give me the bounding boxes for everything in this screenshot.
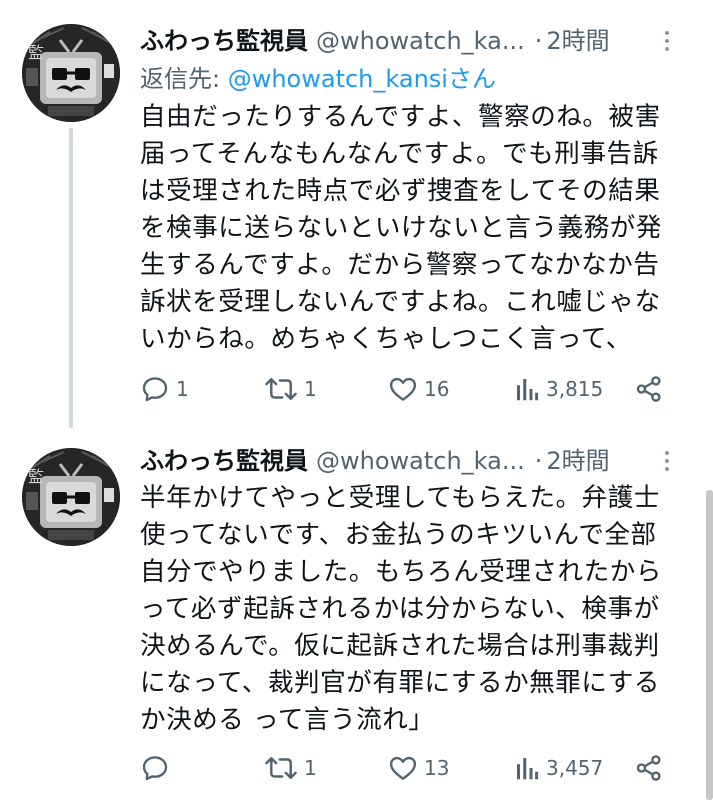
views-button[interactable]: 3,815 bbox=[514, 369, 603, 409]
timestamp[interactable]: 2時間 bbox=[546, 24, 609, 58]
share-icon bbox=[636, 755, 661, 781]
separator-dot: · bbox=[534, 27, 543, 55]
avatar[interactable] bbox=[22, 448, 120, 546]
like-count: 13 bbox=[424, 756, 450, 780]
share-button[interactable] bbox=[634, 369, 664, 409]
reply-mention-link[interactable]: @whowatch_kansiさん bbox=[228, 65, 496, 93]
views-icon bbox=[517, 758, 539, 780]
views-icon bbox=[517, 379, 539, 401]
tweet[interactable]: ふわっち監視員 @whowatch_ka... · 2時間 半年かけてやっと受理… bbox=[0, 430, 713, 800]
tweet-text: 自由だったりするんですよ、警察のね。被害 届ってそんなもんなんですよ。でも刑事告… bbox=[140, 102, 663, 354]
timestamp[interactable]: 2時間 bbox=[546, 444, 609, 478]
tweet-text: 半年かけてやっと受理してもらえた。弁護士 使ってないです、お金払うのキツいんで全… bbox=[140, 483, 663, 735]
like-button[interactable]: 13 bbox=[388, 748, 449, 788]
reply-button[interactable]: 1 bbox=[140, 369, 189, 409]
more-icon[interactable] bbox=[655, 27, 679, 55]
views-count: 3,457 bbox=[546, 756, 604, 780]
retweet-count: 1 bbox=[304, 756, 317, 780]
retweet-icon bbox=[265, 378, 297, 400]
share-icon bbox=[636, 376, 661, 402]
retweet-count: 1 bbox=[304, 377, 317, 401]
like-icon bbox=[389, 377, 417, 401]
thread-line bbox=[69, 128, 73, 428]
display-name[interactable]: ふわっち監視員 bbox=[140, 444, 308, 478]
reply-prefix: 返信先: bbox=[140, 65, 228, 93]
retweet-button[interactable]: 1 bbox=[264, 748, 317, 788]
retweet-button[interactable]: 1 bbox=[264, 369, 317, 409]
views-button[interactable]: 3,457 bbox=[514, 748, 603, 788]
action-bar: 1 1 16 3,815 bbox=[140, 369, 680, 409]
reply-icon bbox=[142, 377, 168, 402]
display-name[interactable]: ふわっち監視員 bbox=[140, 24, 308, 58]
like-icon bbox=[389, 756, 417, 780]
action-bar: 1 13 3,457 bbox=[140, 748, 680, 788]
more-icon[interactable] bbox=[655, 447, 679, 475]
reply-count: 1 bbox=[176, 377, 189, 401]
user-handle[interactable]: @whowatch_ka... bbox=[316, 24, 525, 58]
share-button[interactable] bbox=[634, 748, 664, 788]
retweet-icon bbox=[265, 757, 297, 779]
reply-button[interactable] bbox=[140, 748, 176, 788]
tweet-header: ふわっち監視員 @whowatch_ka... · 2時間 bbox=[140, 24, 610, 58]
avatar[interactable] bbox=[22, 24, 120, 122]
tweet-header: ふわっち監視員 @whowatch_ka... · 2時間 bbox=[140, 444, 610, 478]
separator-dot: · bbox=[534, 447, 543, 475]
tweet[interactable]: ふわっち監視員 @whowatch_ka... · 2時間 返信先: @whow… bbox=[0, 0, 713, 430]
views-count: 3,815 bbox=[546, 377, 604, 401]
like-button[interactable]: 16 bbox=[388, 369, 449, 409]
user-handle[interactable]: @whowatch_ka... bbox=[316, 444, 525, 478]
reply-to-line: 返信先: @whowatch_kansiさん bbox=[140, 62, 496, 96]
reply-icon bbox=[142, 756, 168, 781]
scrollbar[interactable] bbox=[706, 490, 713, 800]
like-count: 16 bbox=[424, 377, 450, 401]
